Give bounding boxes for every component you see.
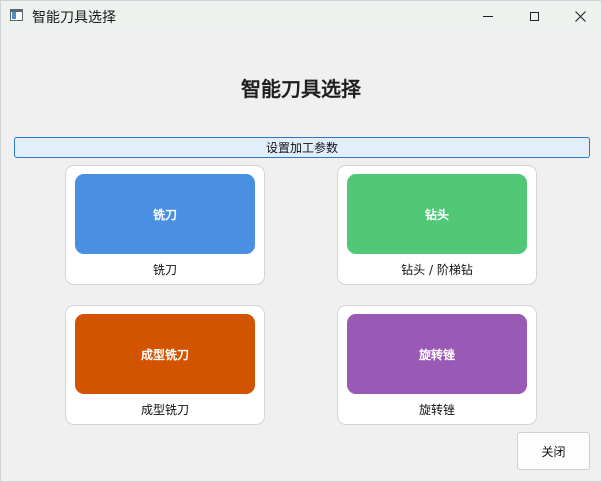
tool-card-rotary-burr: 旋转锉 旋转锉 (337, 305, 537, 425)
app-window-icon (10, 9, 23, 21)
tool-caption-milling-cutter: 铣刀 (152, 263, 177, 277)
tool-card-milling-cutter: 铣刀 铣刀 (65, 165, 265, 285)
maximize-button[interactable] (511, 1, 557, 31)
window-close-button[interactable] (557, 1, 602, 31)
close-icon (574, 10, 586, 22)
window-title: 智能刀具选择 (32, 10, 116, 26)
tool-button-rotary-burr[interactable]: 旋转锉 (347, 314, 527, 394)
minimize-button[interactable] (465, 1, 511, 31)
maximize-icon (529, 11, 539, 21)
set-params-button[interactable]: 设置加工参数 (14, 137, 590, 158)
tool-card-drill: 钻头 钻头 / 阶梯钻 (337, 165, 537, 285)
tool-button-drill[interactable]: 钻头 (347, 174, 527, 254)
page-title: 智能刀具选择 (241, 77, 361, 101)
tool-button-milling-cutter[interactable]: 铣刀 (75, 174, 255, 254)
tool-caption-rotary-burr: 旋转锉 (418, 403, 455, 417)
tool-button-form-cutter[interactable]: 成型铣刀 (75, 314, 255, 394)
tool-caption-form-cutter: 成型铣刀 (140, 403, 189, 417)
tool-caption-drill: 钻头 / 阶梯钻 (401, 263, 473, 277)
tool-card-form-cutter: 成型铣刀 成型铣刀 (65, 305, 265, 425)
minimize-icon (483, 15, 493, 17)
title-bar[interactable]: 智能刀具选择 (1, 1, 601, 31)
app-window: 智能刀具选择 智能刀具选择 设置加工参数 铣刀 铣刀 钻头 钻头 / 阶梯钻 成… (0, 0, 602, 482)
close-button[interactable]: 关闭 (517, 432, 590, 470)
